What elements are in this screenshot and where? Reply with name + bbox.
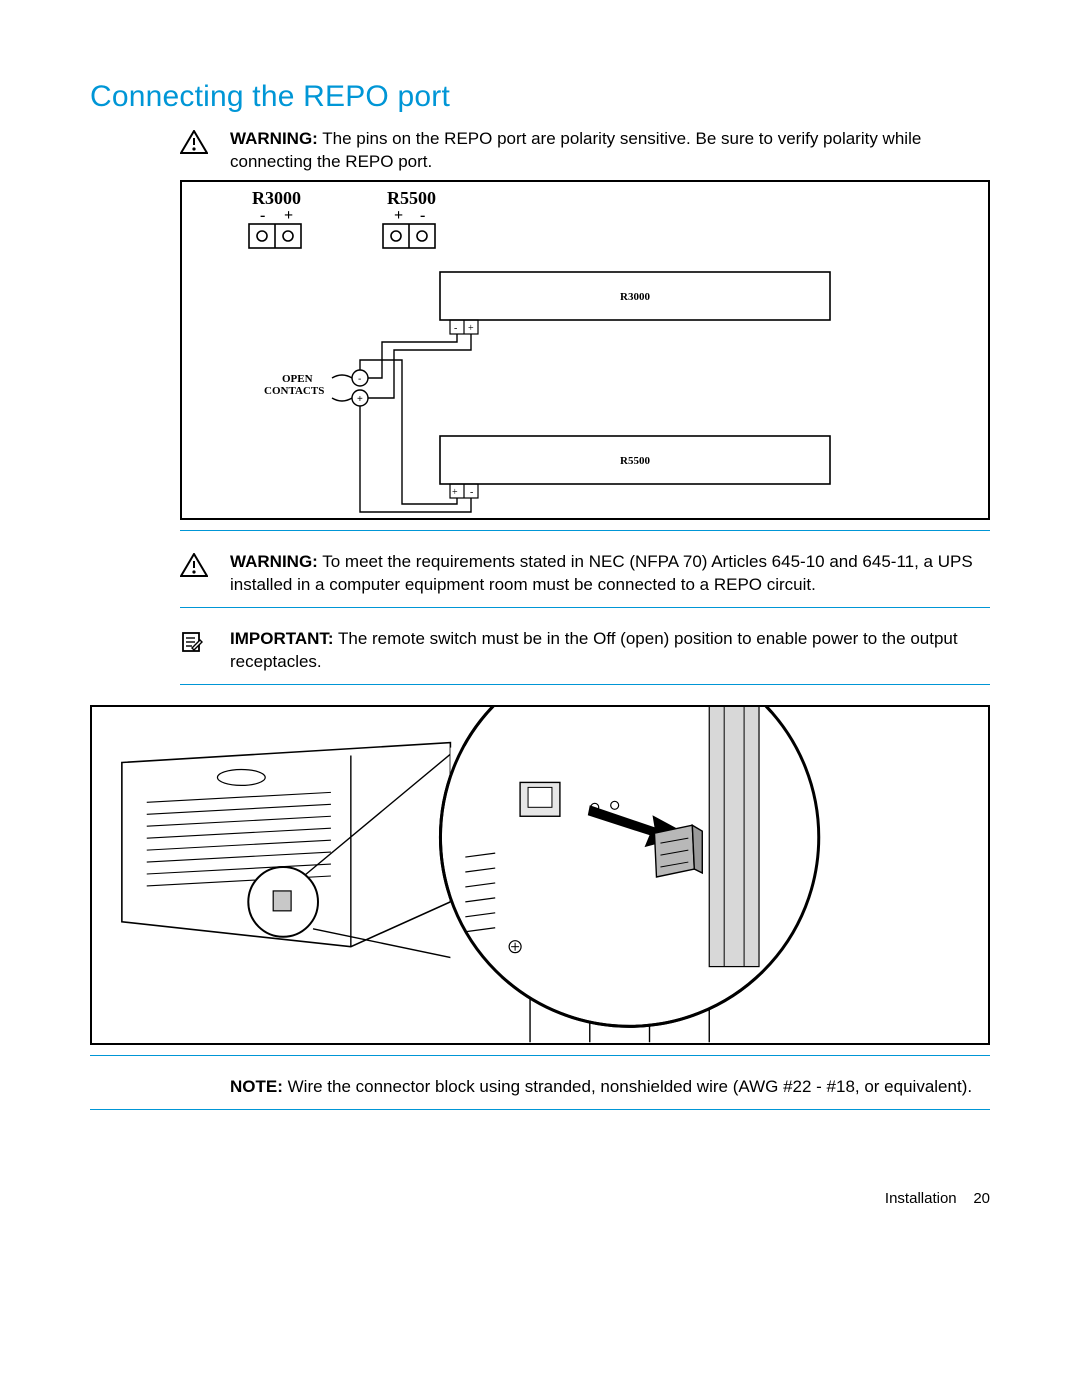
warning-2-lead: WARNING: [230, 552, 318, 571]
minus-sign: - [260, 207, 265, 224]
divider [180, 684, 990, 685]
warning-1-body: The pins on the REPO port are polarity s… [230, 129, 921, 171]
page-footer: Installation 20 [90, 1190, 990, 1207]
warning-1-lead: WARNING: [230, 129, 318, 148]
divider [180, 607, 990, 608]
note-lead: NOTE: [230, 1077, 283, 1096]
svg-text:R3000: R3000 [620, 291, 650, 303]
svg-text:CONTACTS: CONTACTS [264, 385, 324, 397]
svg-text:R5500: R5500 [620, 455, 650, 467]
label-r3000-heading: R3000 [252, 188, 301, 208]
svg-text:+: + [357, 394, 363, 405]
svg-text:+: + [468, 323, 474, 334]
important-text: IMPORTANT: The remote switch must be in … [230, 628, 990, 674]
warning-icon [180, 553, 208, 577]
note-block: NOTE: Wire the connector block using str… [230, 1076, 990, 1099]
note-text: NOTE: Wire the connector block using str… [230, 1076, 990, 1099]
svg-text:-: - [454, 323, 457, 334]
label-r5500-heading: R5500 [387, 188, 436, 208]
svg-text:-: - [358, 374, 361, 385]
important-body: The remote switch must be in the Off (op… [230, 629, 958, 671]
plus-sign: + [284, 207, 293, 224]
svg-text:+: + [452, 487, 458, 498]
warning-1-text: WARNING: The pins on the REPO port are p… [230, 128, 990, 174]
svg-text:-: - [470, 487, 473, 498]
plus-sign: + [394, 207, 403, 224]
footer-section: Installation [885, 1190, 957, 1207]
important-lead: IMPORTANT: [230, 629, 334, 648]
divider [180, 530, 990, 531]
divider [90, 1055, 990, 1056]
warning-2-body: To meet the requirements stated in NEC (… [230, 552, 973, 594]
svg-text:OPEN: OPEN [282, 373, 313, 385]
note-edit-icon [180, 630, 208, 654]
warning-icon [180, 130, 208, 154]
warning-1-block: WARNING: The pins on the REPO port are p… [180, 128, 990, 174]
page-title: Connecting the REPO port [90, 80, 990, 114]
divider [90, 1109, 990, 1110]
note-body: Wire the connector block using stranded,… [288, 1077, 972, 1096]
warning-2-block: WARNING: To meet the requirements stated… [180, 551, 990, 597]
footer-page-number: 20 [973, 1190, 990, 1207]
repo-wiring-diagram: R3000 R5500 - + + - R3000 - + [180, 180, 990, 520]
warning-2-text: WARNING: To meet the requirements stated… [230, 551, 990, 597]
ups-rear-illustration [90, 705, 990, 1045]
minus-sign: - [420, 207, 425, 224]
important-block: IMPORTANT: The remote switch must be in … [180, 628, 990, 674]
